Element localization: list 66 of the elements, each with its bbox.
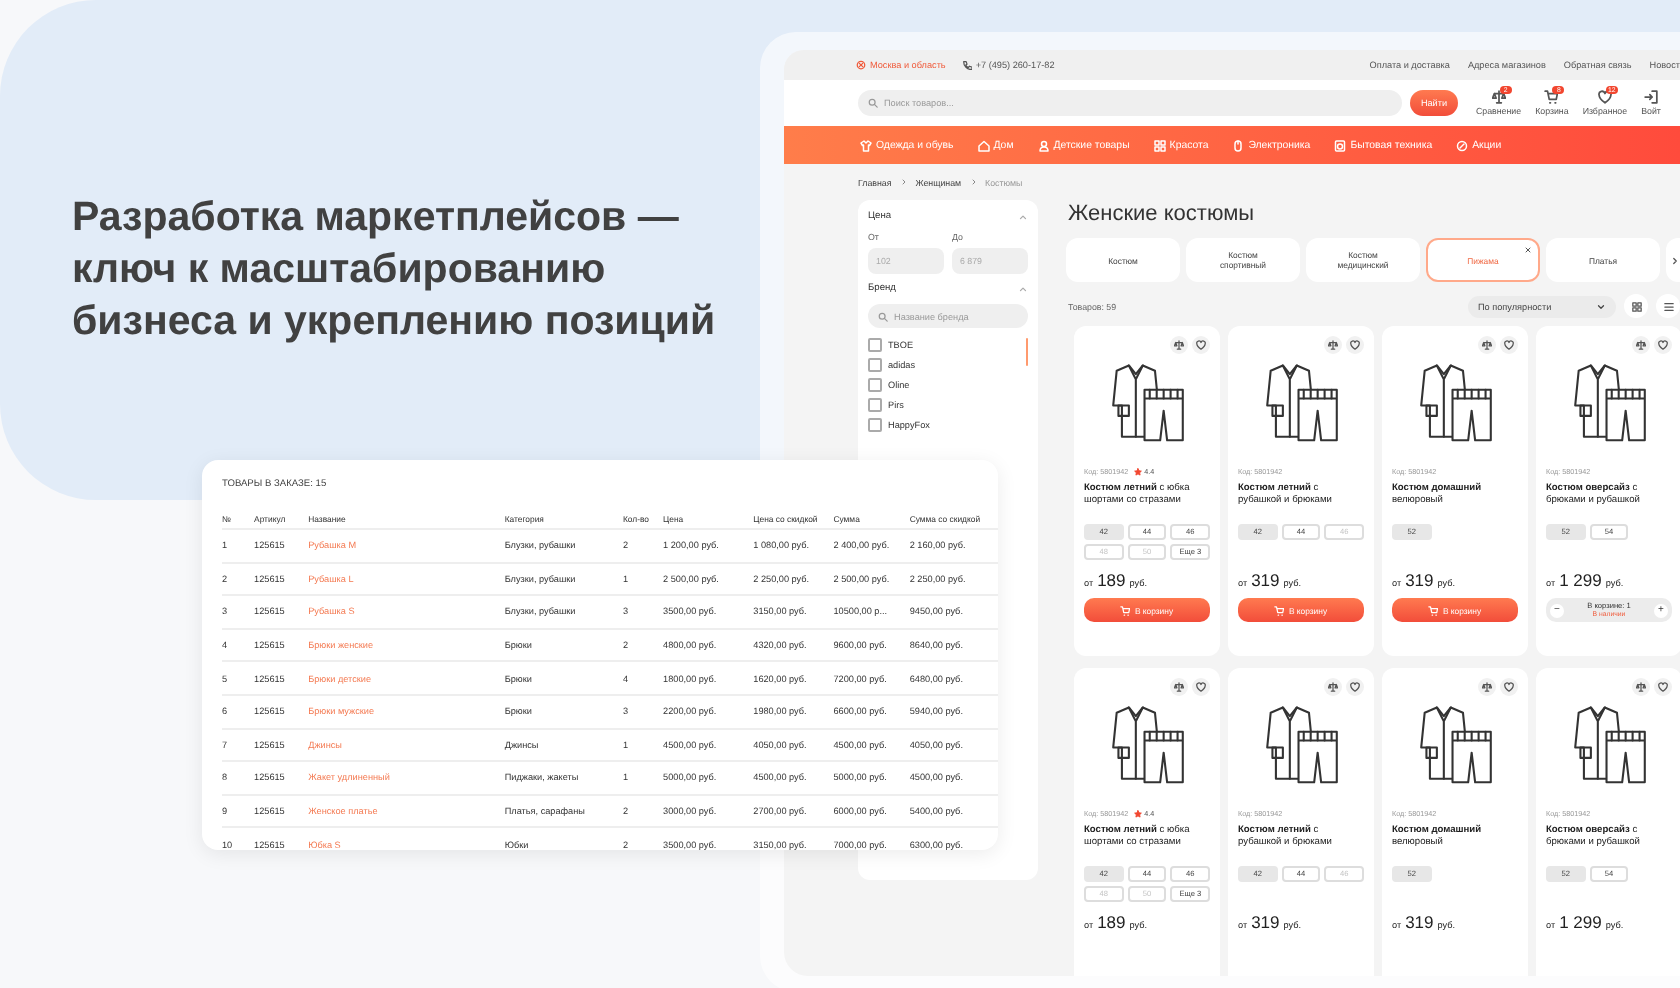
scales-icon <box>1636 682 1646 692</box>
favorite-button[interactable] <box>1654 336 1672 354</box>
favorite-button[interactable] <box>1500 678 1518 696</box>
heart-icon <box>1658 340 1668 350</box>
compare-button[interactable] <box>1632 336 1650 354</box>
checkbox[interactable] <box>868 358 882 372</box>
list-view-button[interactable] <box>1656 294 1680 318</box>
scales-icon <box>1328 340 1338 350</box>
favorite-button[interactable] <box>1346 336 1364 354</box>
house-icon <box>977 139 990 151</box>
compare-button[interactable] <box>1170 336 1188 354</box>
chevron-down-icon <box>1596 301 1606 311</box>
heart-icon <box>1504 340 1514 350</box>
search-icon <box>868 98 878 108</box>
heart-icon <box>1597 90 1612 104</box>
compare-button[interactable] <box>1478 678 1496 696</box>
scales-icon <box>1482 340 1492 350</box>
scales-icon <box>1482 682 1492 692</box>
scrollbar-thumb[interactable] <box>1025 338 1028 366</box>
star-icon <box>1134 468 1143 476</box>
heart-icon <box>1504 682 1514 692</box>
favorite-button[interactable] <box>1500 336 1518 354</box>
page-title: Женские костюмы <box>1068 200 1257 228</box>
child-icon <box>1037 139 1050 151</box>
search-icon <box>878 311 888 321</box>
grid-icon <box>1631 301 1641 311</box>
mouse-icon <box>1232 139 1245 151</box>
headline: Разработка маркетплейсов — ключ к масштабированию бизнеса и укреплению позиций <box>72 192 718 348</box>
location-icon <box>856 60 866 70</box>
compare-button[interactable] <box>1324 678 1342 696</box>
grid-view-button[interactable] <box>1624 294 1648 318</box>
list-icon <box>1663 301 1673 311</box>
scales-icon <box>1174 682 1184 692</box>
cart-icon <box>1544 90 1559 104</box>
favorite-button[interactable] <box>1654 678 1672 696</box>
chevron-right-icon <box>1670 255 1680 265</box>
heart-icon <box>1196 340 1206 350</box>
washing-machine-icon <box>1334 139 1347 151</box>
shirt-icon <box>860 139 872 151</box>
checkbox[interactable] <box>868 378 882 392</box>
login-icon <box>1644 90 1658 104</box>
scales-icon <box>1636 340 1646 350</box>
compare-button[interactable] <box>1632 678 1650 696</box>
checkbox[interactable] <box>868 398 882 412</box>
heart-icon <box>1196 682 1206 692</box>
cart-icon <box>1428 605 1439 615</box>
phone-icon <box>961 60 972 70</box>
compare-button[interactable] <box>1324 336 1342 354</box>
grid-icon <box>1153 139 1166 151</box>
checkbox[interactable] <box>868 418 882 432</box>
scales-icon <box>1174 340 1184 350</box>
scales-icon <box>1491 90 1506 104</box>
compare-button[interactable] <box>1170 678 1188 696</box>
heart-icon <box>1350 682 1360 692</box>
close-icon[interactable] <box>1524 246 1532 254</box>
scales-icon <box>1328 682 1338 692</box>
favorite-button[interactable] <box>1192 678 1210 696</box>
favorite-button[interactable] <box>1192 336 1210 354</box>
compare-button[interactable] <box>1478 336 1496 354</box>
cart-icon <box>1274 605 1285 615</box>
heart-icon <box>1658 682 1668 692</box>
favorite-button[interactable] <box>1346 678 1364 696</box>
star-icon <box>1134 810 1143 818</box>
cart-icon <box>1120 605 1131 615</box>
checkbox[interactable] <box>868 338 882 352</box>
heart-icon <box>1350 340 1360 350</box>
